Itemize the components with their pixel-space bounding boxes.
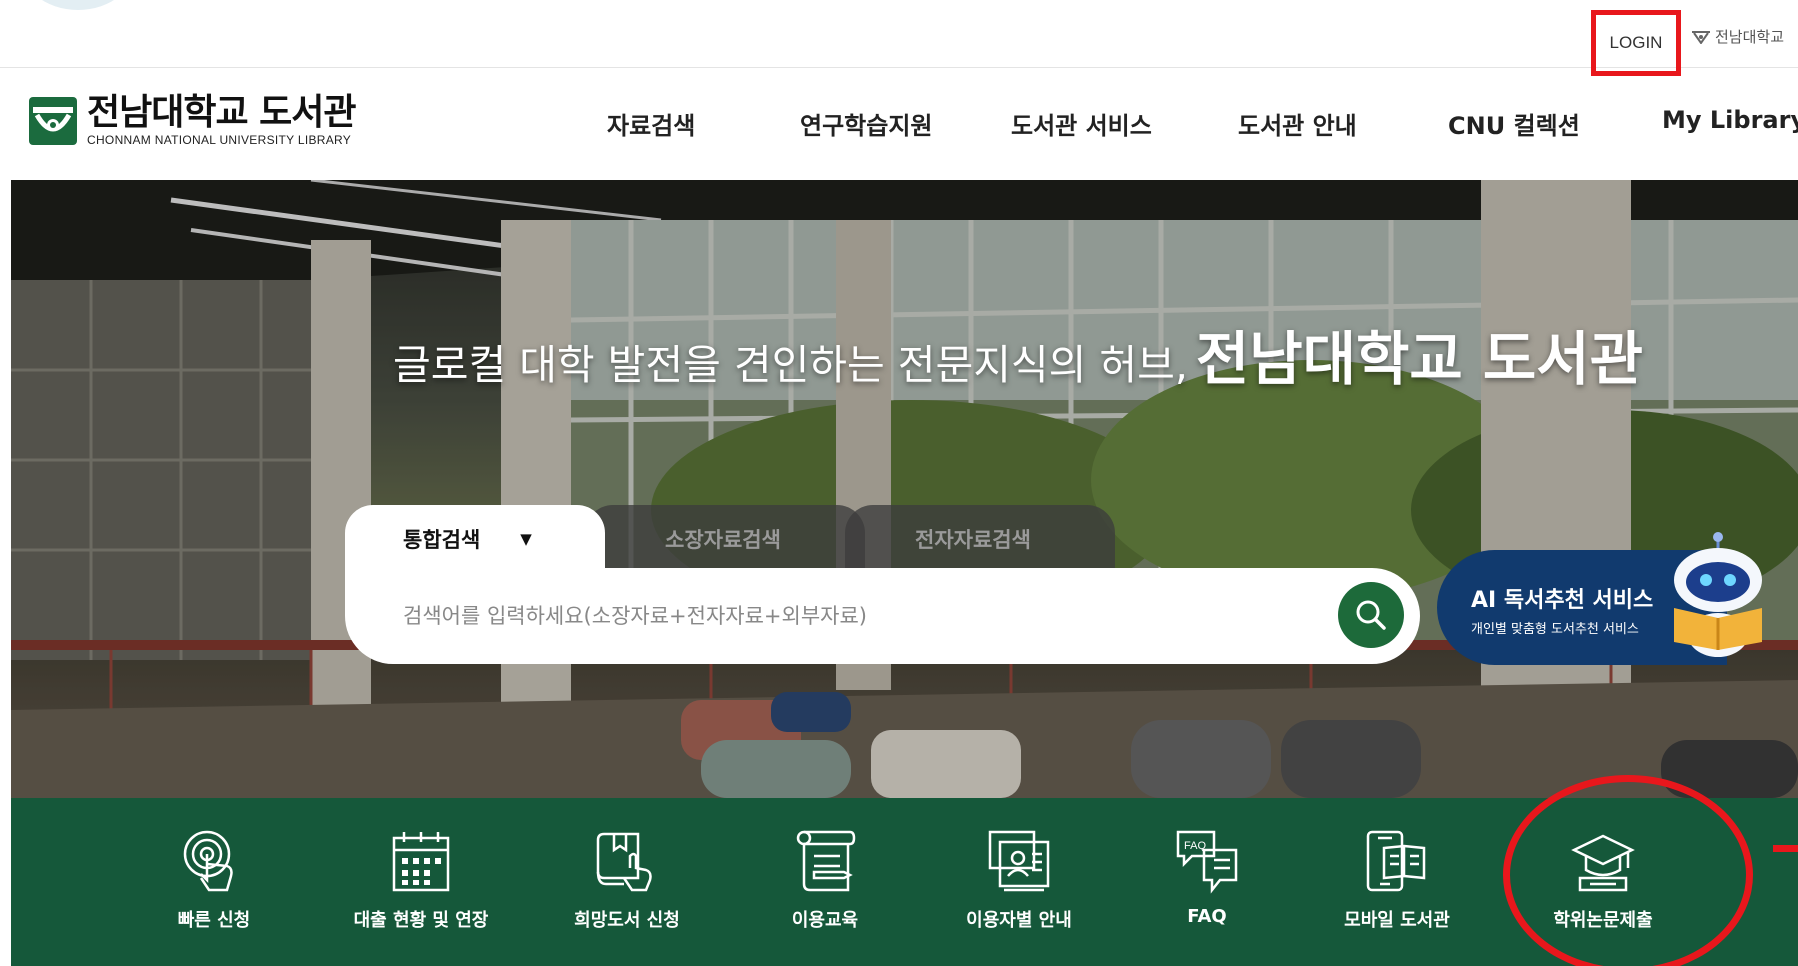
calendar-icon — [392, 832, 450, 892]
library-emblem-icon — [29, 96, 77, 145]
quick-menu-bar: 빠른 신청 대출 현황 및 연장 희망도서 신청 이용교육 이용자별 안내 FA… — [11, 798, 1798, 966]
hero-slogan: 글로컬 대학 발전을 견인하는 전문지식의 허브, 전남대학교 도서관 — [11, 312, 1798, 396]
search-button[interactable] — [1338, 582, 1404, 648]
quick-item-label: 대출 현황 및 연장 — [353, 910, 489, 931]
library-interior-photo — [11, 180, 1798, 798]
quick-item-book-request[interactable]: 희망도서 신청 — [527, 828, 727, 932]
caret-down-icon[interactable]: ▼ — [520, 530, 532, 548]
nav-item-research-support[interactable]: 연구학습지원 — [800, 106, 932, 141]
quick-item-faq[interactable]: FAQ FAQ — [1107, 828, 1307, 927]
user-guide-icon — [988, 830, 1050, 892]
university-link-label: 전남대학교 — [1715, 28, 1785, 46]
mobile-library-icon — [1366, 830, 1426, 892]
quick-item-thesis-submission[interactable]: 학위논문제출 — [1503, 828, 1703, 932]
ai-banner-subtitle: 개인별 맞춤형 도서추천 서비스 — [1471, 622, 1639, 637]
quick-item-label: FAQ — [1187, 906, 1227, 927]
touch-icon — [183, 830, 233, 892]
library-name-english: CHONNAM NATIONAL UNIVERSITY LIBRARY — [87, 133, 352, 147]
search-input[interactable] — [403, 590, 1303, 642]
search-box — [345, 568, 1420, 664]
tab-electronic-materials-search[interactable]: 전자자료검색 — [845, 505, 1115, 573]
header: 전남대학교 도서관 CHONNAM NATIONAL UNIVERSITY LI… — [0, 68, 1798, 180]
utility-bar: LOGIN 전남대학교 — [0, 0, 1798, 76]
login-button[interactable]: LOGIN — [1591, 10, 1681, 76]
quick-item-label: 빠른 신청 — [177, 910, 251, 931]
slogan-text: 글로컬 대학 발전을 견인하는 전문지식의 허브, — [393, 341, 1188, 389]
quick-item-fast-request[interactable]: 빠른 신청 — [114, 828, 314, 932]
quick-item-user-education[interactable]: 이용교육 — [725, 828, 925, 932]
tab-integrated-search[interactable]: 통합검색 ▼ — [345, 505, 605, 573]
quick-item-label: 이용교육 — [791, 910, 859, 931]
quick-item-loan-status[interactable]: 대출 현황 및 연장 — [321, 828, 521, 932]
tab-integrated-search-label: 통합검색 — [403, 528, 481, 552]
quick-item-label: 모바일 도서관 — [1344, 910, 1450, 931]
quick-item-label: 학위논문제출 — [1553, 910, 1653, 931]
nav-item-library-guide[interactable]: 도서관 안내 — [1238, 106, 1357, 141]
highlight-pointer-line — [1773, 845, 1798, 852]
book-request-icon — [596, 832, 652, 892]
hero-banner: 글로컬 대학 발전을 견인하는 전문지식의 허브, 전남대학교 도서관 — [11, 180, 1798, 798]
page: LOGIN 전남대학교 전남대학교 도서관 CHONNAM NATIONAL U… — [0, 0, 1798, 966]
university-home-link[interactable]: 전남대학교 — [1692, 26, 1784, 47]
nav-item-search[interactable]: 자료검색 — [607, 106, 695, 141]
ai-banner-title: AI 독서추천 서비스 — [1471, 588, 1654, 613]
quick-item-mobile-library[interactable]: 모바일 도서관 — [1297, 828, 1497, 932]
library-logo[interactable]: 전남대학교 도서관 CHONNAM NATIONAL UNIVERSITY LI… — [27, 94, 356, 147]
slogan-emphasis: 전남대학교 도서관 — [1195, 325, 1643, 393]
library-name-korean: 전남대학교 도서관 — [87, 92, 356, 133]
quick-item-label: 희망도서 신청 — [574, 910, 680, 931]
nav-item-my-library[interactable]: My Library — [1662, 106, 1798, 134]
scroll-icon — [796, 830, 856, 892]
nav-item-cnu-collection[interactable]: CNU 컬렉션 — [1448, 106, 1580, 141]
robot-mascot-icon — [1674, 532, 1762, 657]
tab-owned-materials-label: 소장자료검색 — [665, 528, 781, 552]
faq-icon: FAQ — [1176, 830, 1238, 894]
quick-item-label: 이용자별 안내 — [966, 910, 1072, 931]
tab-owned-materials-search[interactable]: 소장자료검색 — [585, 505, 865, 573]
tab-electronic-materials-label: 전자자료검색 — [915, 528, 1031, 552]
graduation-cap-icon — [1571, 834, 1635, 892]
search-icon — [1356, 600, 1386, 630]
university-emblem-icon — [1692, 30, 1710, 44]
nav-item-library-services[interactable]: 도서관 서비스 — [1011, 106, 1152, 141]
quick-item-user-guide[interactable]: 이용자별 안내 — [919, 828, 1119, 932]
